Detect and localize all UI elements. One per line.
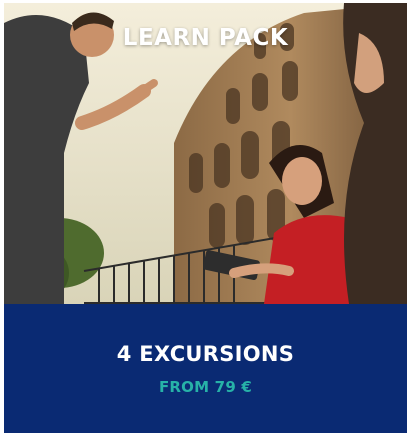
price-label: FROM 79 € bbox=[158, 378, 253, 396]
pack-title: LEARN PACK bbox=[122, 25, 289, 51]
excursion-pack-card[interactable]: LEARN PACK 4 EXCURSIONS FROM 79 € bbox=[4, 3, 407, 433]
tourists-at-colosseum-photo: LEARN PACK bbox=[4, 3, 407, 304]
offer-panel: 4 EXCURSIONS FROM 79 € bbox=[4, 304, 407, 433]
excursions-count-heading: 4 EXCURSIONS bbox=[116, 342, 295, 366]
